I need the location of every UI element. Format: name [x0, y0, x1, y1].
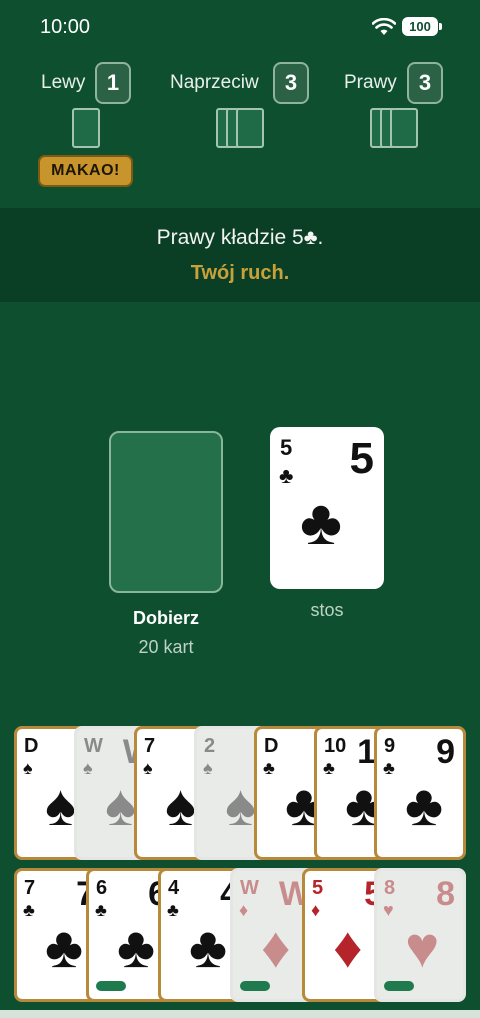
card-suit-small: ♣ [263, 758, 275, 778]
card-rank: 5 [280, 435, 293, 460]
opponent-card-back [390, 108, 418, 148]
card-rank: 5 [312, 877, 324, 899]
opponent-card-count: 3 [407, 62, 443, 104]
hand-card[interactable]: 8 ♥ 8 ♥ [374, 868, 466, 1002]
card-rank: W [240, 877, 259, 899]
card-rank: D [264, 735, 279, 757]
opponent-name: Prawy [344, 72, 397, 93]
card-rank: 7 [144, 735, 156, 757]
card-rank: 8 [384, 877, 396, 899]
last-move-message: Prawy kładzie 5♣. [156, 226, 324, 249]
message-banner [0, 208, 480, 302]
clock: 10:00 [40, 16, 91, 38]
playable-indicator [96, 981, 126, 991]
opponent-card-back [72, 108, 100, 148]
card-rank: 7 [24, 877, 36, 899]
opponent-card-back [236, 108, 264, 148]
card-rank: 9 [384, 735, 396, 757]
playable-indicator [384, 981, 414, 991]
wifi-icon [372, 18, 396, 35]
card-suit-small: ♠ [23, 758, 33, 778]
draw-deck[interactable] [109, 431, 223, 593]
status-bar: 10:00 100 [0, 0, 480, 54]
card-rank-large: 8 [436, 875, 455, 913]
card-suit-small: ♠ [143, 758, 153, 778]
card-suit-large: ♠ [105, 773, 136, 838]
discard-pile-top-card: 5 ♣ 5 ♣ [270, 427, 384, 589]
opponent-name: Naprzeciw [170, 72, 259, 93]
hand-card[interactable]: 9 ♣ 9 ♣ [374, 726, 466, 860]
draw-deck-label[interactable]: Dobierz [96, 608, 236, 629]
card-suit-small: ♣ [323, 758, 335, 778]
card-suit-large: ♠ [45, 773, 76, 838]
battery-icon: 100 [402, 17, 442, 36]
card-suit-large: ♣ [189, 915, 228, 980]
card-rank: D [24, 735, 39, 757]
makao-badge: MAKAO! [38, 155, 133, 187]
discard-pile-label: stos [310, 600, 344, 620]
home-indicator [0, 1010, 480, 1018]
opponent-card-count: 3 [273, 62, 309, 104]
turn-indicator: Twój ruch. [190, 262, 290, 284]
card-rank: 10 [324, 735, 347, 757]
draw-deck-count: 20 kart [138, 637, 194, 657]
card-rank-large: 9 [436, 733, 455, 771]
card-suit-small: ♣ [167, 900, 179, 920]
card-suit-small: ♣ [383, 758, 395, 778]
opponent-name: Lewy [41, 72, 86, 93]
card-suit-small: ♦ [311, 900, 321, 920]
card-rank: 4 [168, 877, 180, 899]
card-rank: W [84, 735, 103, 757]
card-suit-large: ♣ [117, 915, 156, 980]
card-suit-small: ♠ [83, 758, 93, 778]
card-suit-large: ♦ [261, 915, 291, 980]
card-suit-large: ♠ [165, 773, 196, 838]
card-rank: 2 [204, 735, 216, 757]
card-suit-large: ♦ [333, 915, 363, 980]
card-rank: 6 [96, 877, 108, 899]
playable-indicator [240, 981, 270, 991]
card-suit-small: ♣ [95, 900, 107, 920]
card-rank-large: 5 [349, 434, 374, 483]
card-suit-large: ♥ [405, 915, 440, 980]
opponent-card-count: 1 [95, 62, 131, 104]
card-suit-large: ♣ [45, 915, 84, 980]
card-suit-large: ♠ [225, 773, 256, 838]
card-suit-large: ♣ [300, 486, 342, 558]
card-suit-small: ♥ [383, 900, 394, 920]
card-suit-small: ♣ [23, 900, 35, 920]
card-suit-small: ♠ [203, 758, 213, 778]
card-suit-large: ♣ [405, 773, 444, 838]
card-suit-small: ♦ [239, 900, 249, 920]
card-suit-small: ♣ [279, 463, 294, 488]
